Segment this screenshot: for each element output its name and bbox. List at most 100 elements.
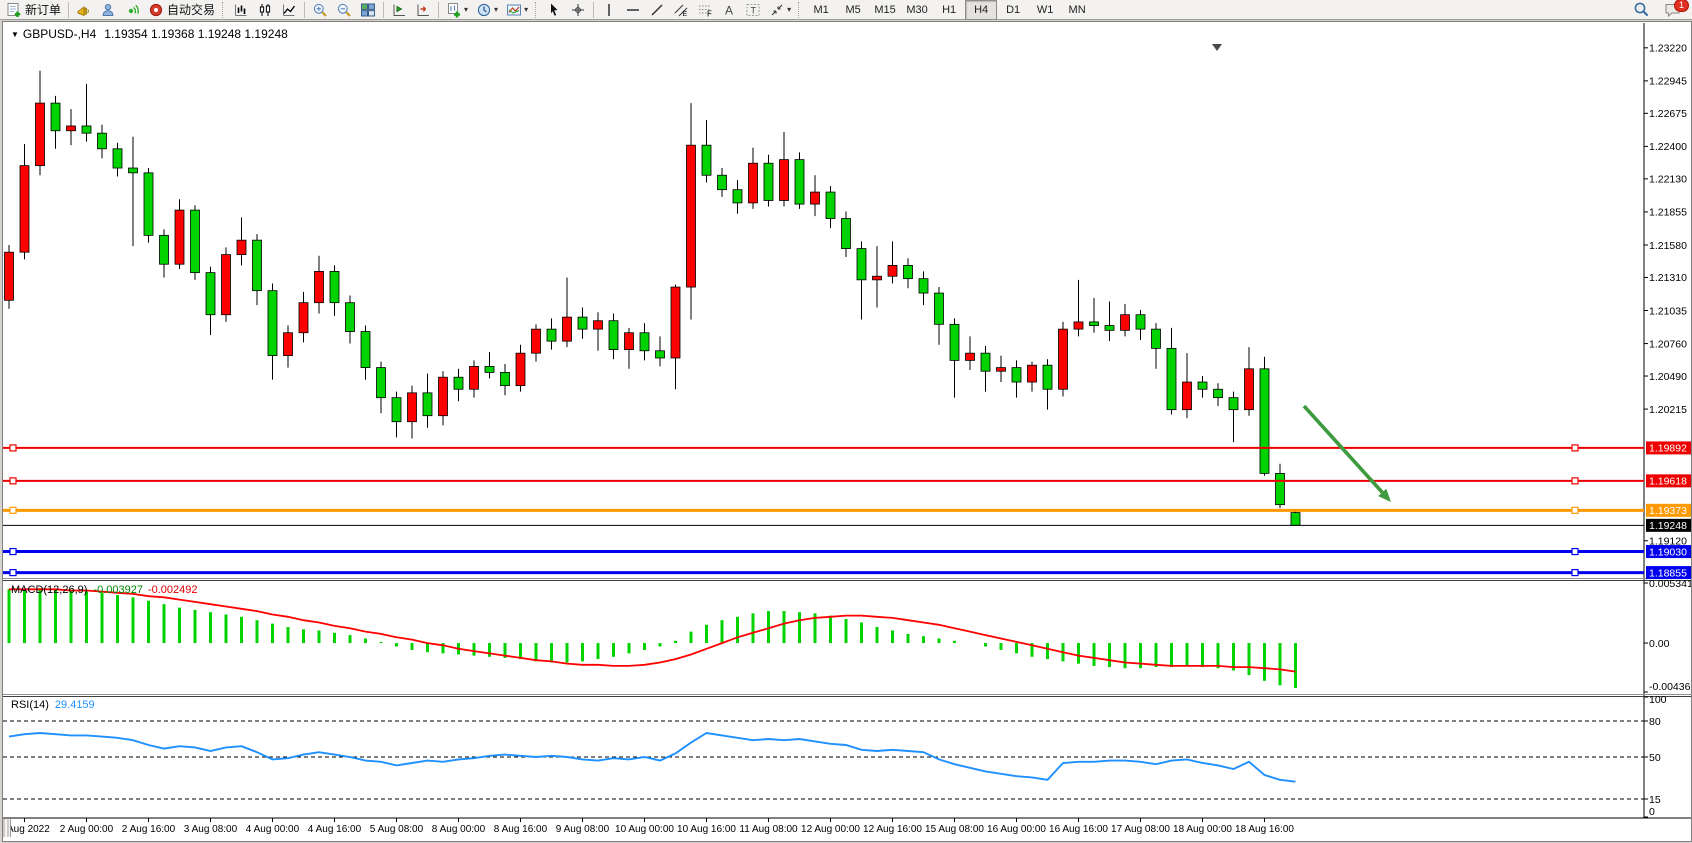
horizontal-line-button[interactable]	[621, 0, 645, 20]
rsi-axis: 1008050150	[1644, 694, 1667, 818]
template-icon	[506, 2, 522, 18]
separator	[798, 2, 802, 18]
text-icon: A	[721, 2, 737, 18]
tab-timeframe-m15[interactable]: M15	[869, 0, 901, 20]
separator	[593, 2, 594, 18]
fibonacci-button[interactable]: F	[693, 0, 717, 20]
line-chart-button[interactable]	[277, 0, 301, 20]
new-order-button[interactable]: 新订单	[2, 0, 65, 20]
separator	[222, 2, 226, 18]
auto-trading-icon	[148, 2, 164, 18]
vertical-line-icon	[601, 2, 617, 18]
sound-button[interactable]	[72, 0, 96, 20]
chat-button[interactable]: 1	[1660, 0, 1686, 20]
panel-resize-grip[interactable]	[3, 819, 11, 837]
svg-text:2 Aug 00:00: 2 Aug 00:00	[60, 824, 114, 835]
svg-text:10 Aug 16:00: 10 Aug 16:00	[677, 824, 736, 835]
separator	[383, 2, 384, 18]
community-button[interactable]	[96, 0, 120, 20]
text-label-button[interactable]: T	[741, 0, 765, 20]
svg-text:1.20760: 1.20760	[1649, 338, 1687, 350]
text-button[interactable]: A	[717, 0, 741, 20]
fibonacci-icon: F	[697, 2, 713, 18]
svg-text:10 Aug 00:00: 10 Aug 00:00	[615, 824, 674, 835]
svg-text:4 Aug 16:00: 4 Aug 16:00	[308, 824, 362, 835]
bar-chart-button[interactable]	[229, 0, 253, 20]
tile-windows-button[interactable]	[356, 0, 380, 20]
auto-trading-button[interactable]: 自动交易	[144, 0, 219, 20]
svg-text:50: 50	[1649, 752, 1661, 764]
new-chart-icon	[446, 2, 462, 18]
svg-text:0.005341: 0.005341	[1649, 578, 1691, 590]
svg-text:1.21580: 1.21580	[1649, 240, 1687, 252]
new-chart-button[interactable]: ▾	[442, 0, 472, 20]
svg-text:1.23220: 1.23220	[1649, 43, 1687, 55]
zoom-out-icon	[336, 2, 352, 18]
collapse-triangle-icon[interactable]: ▼	[11, 30, 19, 39]
svg-text:1.19373: 1.19373	[1649, 505, 1687, 517]
tab-timeframe-m5[interactable]: M5	[837, 0, 869, 20]
macd-panel	[9, 588, 1296, 688]
macd-main-value: -0.003927	[93, 584, 143, 596]
chart-canvas[interactable]: 1.232201.229451.226751.224001.221301.218…	[3, 22, 1691, 841]
svg-text:15: 15	[1649, 794, 1661, 806]
zoom-out-button[interactable]	[332, 0, 356, 20]
notification-badge: 1	[1674, 0, 1689, 12]
chevron-down-icon: ▾	[464, 5, 468, 14]
chart-title: ▼GBPUSD-,H41.19354 1.19368 1.19248 1.192…	[11, 27, 288, 41]
toolbar-right-group: 1	[1629, 0, 1686, 20]
svg-text:8 Aug 16:00: 8 Aug 16:00	[494, 824, 548, 835]
svg-text:F: F	[707, 9, 712, 18]
vertical-line-button[interactable]	[597, 0, 621, 20]
templates-button[interactable]: ▾	[502, 0, 532, 20]
search-button[interactable]	[1629, 0, 1654, 20]
text-label-icon: T	[745, 2, 761, 18]
tab-timeframe-h1[interactable]: H1	[933, 0, 965, 20]
time-axis: 1 Aug 20222 Aug 00:002 Aug 16:003 Aug 08…	[3, 818, 1294, 835]
auto-trading-label: 自动交易	[167, 1, 215, 18]
separator	[438, 2, 439, 18]
new-order-icon	[6, 2, 22, 18]
auto-scroll-button[interactable]	[387, 0, 411, 20]
svg-text:1.22675: 1.22675	[1649, 108, 1687, 120]
rsi-panel	[3, 721, 1644, 799]
macd-axis: 0.0053410.00-0.004368	[1644, 578, 1691, 693]
separator	[68, 2, 69, 18]
auto-scroll-icon	[391, 2, 407, 18]
cursor-button[interactable]	[542, 0, 566, 20]
tab-timeframe-m30[interactable]: M30	[901, 0, 933, 20]
trendline-button[interactable]	[645, 0, 669, 20]
svg-text:1.21855: 1.21855	[1649, 207, 1687, 219]
tab-timeframe-m1[interactable]: M1	[805, 0, 837, 20]
down-arrow-annotation[interactable]	[1304, 406, 1391, 502]
svg-text:16 Aug 16:00: 16 Aug 16:00	[1049, 824, 1108, 835]
candlestick-icon	[257, 2, 273, 18]
periods-button[interactable]: ▾	[472, 0, 502, 20]
chart-shift-button[interactable]	[411, 0, 435, 20]
svg-text:16 Aug 00:00: 16 Aug 00:00	[987, 824, 1046, 835]
svg-text:4 Aug 00:00: 4 Aug 00:00	[246, 824, 300, 835]
equidistant-channel-icon: E	[673, 2, 689, 18]
tab-timeframe-mn[interactable]: MN	[1061, 0, 1093, 20]
zoom-in-button[interactable]	[308, 0, 332, 20]
candlestick-chart-button[interactable]	[253, 0, 277, 20]
svg-text:T: T	[751, 5, 757, 15]
clock-icon	[476, 2, 492, 18]
svg-text:1.22945: 1.22945	[1649, 76, 1687, 88]
signals-button[interactable]	[120, 0, 144, 20]
svg-text:1.19030: 1.19030	[1649, 546, 1687, 558]
tab-timeframe-d1[interactable]: D1	[997, 0, 1029, 20]
macd-indicator-label: MACD(12,26,9)-0.003927-0.002492	[11, 584, 198, 596]
arrows-button[interactable]: ▾	[765, 0, 795, 20]
svg-text:1.22400: 1.22400	[1649, 141, 1687, 153]
separator	[535, 2, 539, 18]
channel-button[interactable]: E	[669, 0, 693, 20]
horn-icon	[76, 2, 92, 18]
svg-text:1.20215: 1.20215	[1649, 404, 1687, 416]
svg-text:1.19248: 1.19248	[1649, 520, 1687, 532]
tab-timeframe-w1[interactable]: W1	[1029, 0, 1061, 20]
svg-text:1.21310: 1.21310	[1649, 272, 1687, 284]
svg-text:1.19618: 1.19618	[1649, 476, 1687, 488]
crosshair-button[interactable]	[566, 0, 590, 20]
tab-timeframe-h4[interactable]: H4	[965, 0, 997, 20]
